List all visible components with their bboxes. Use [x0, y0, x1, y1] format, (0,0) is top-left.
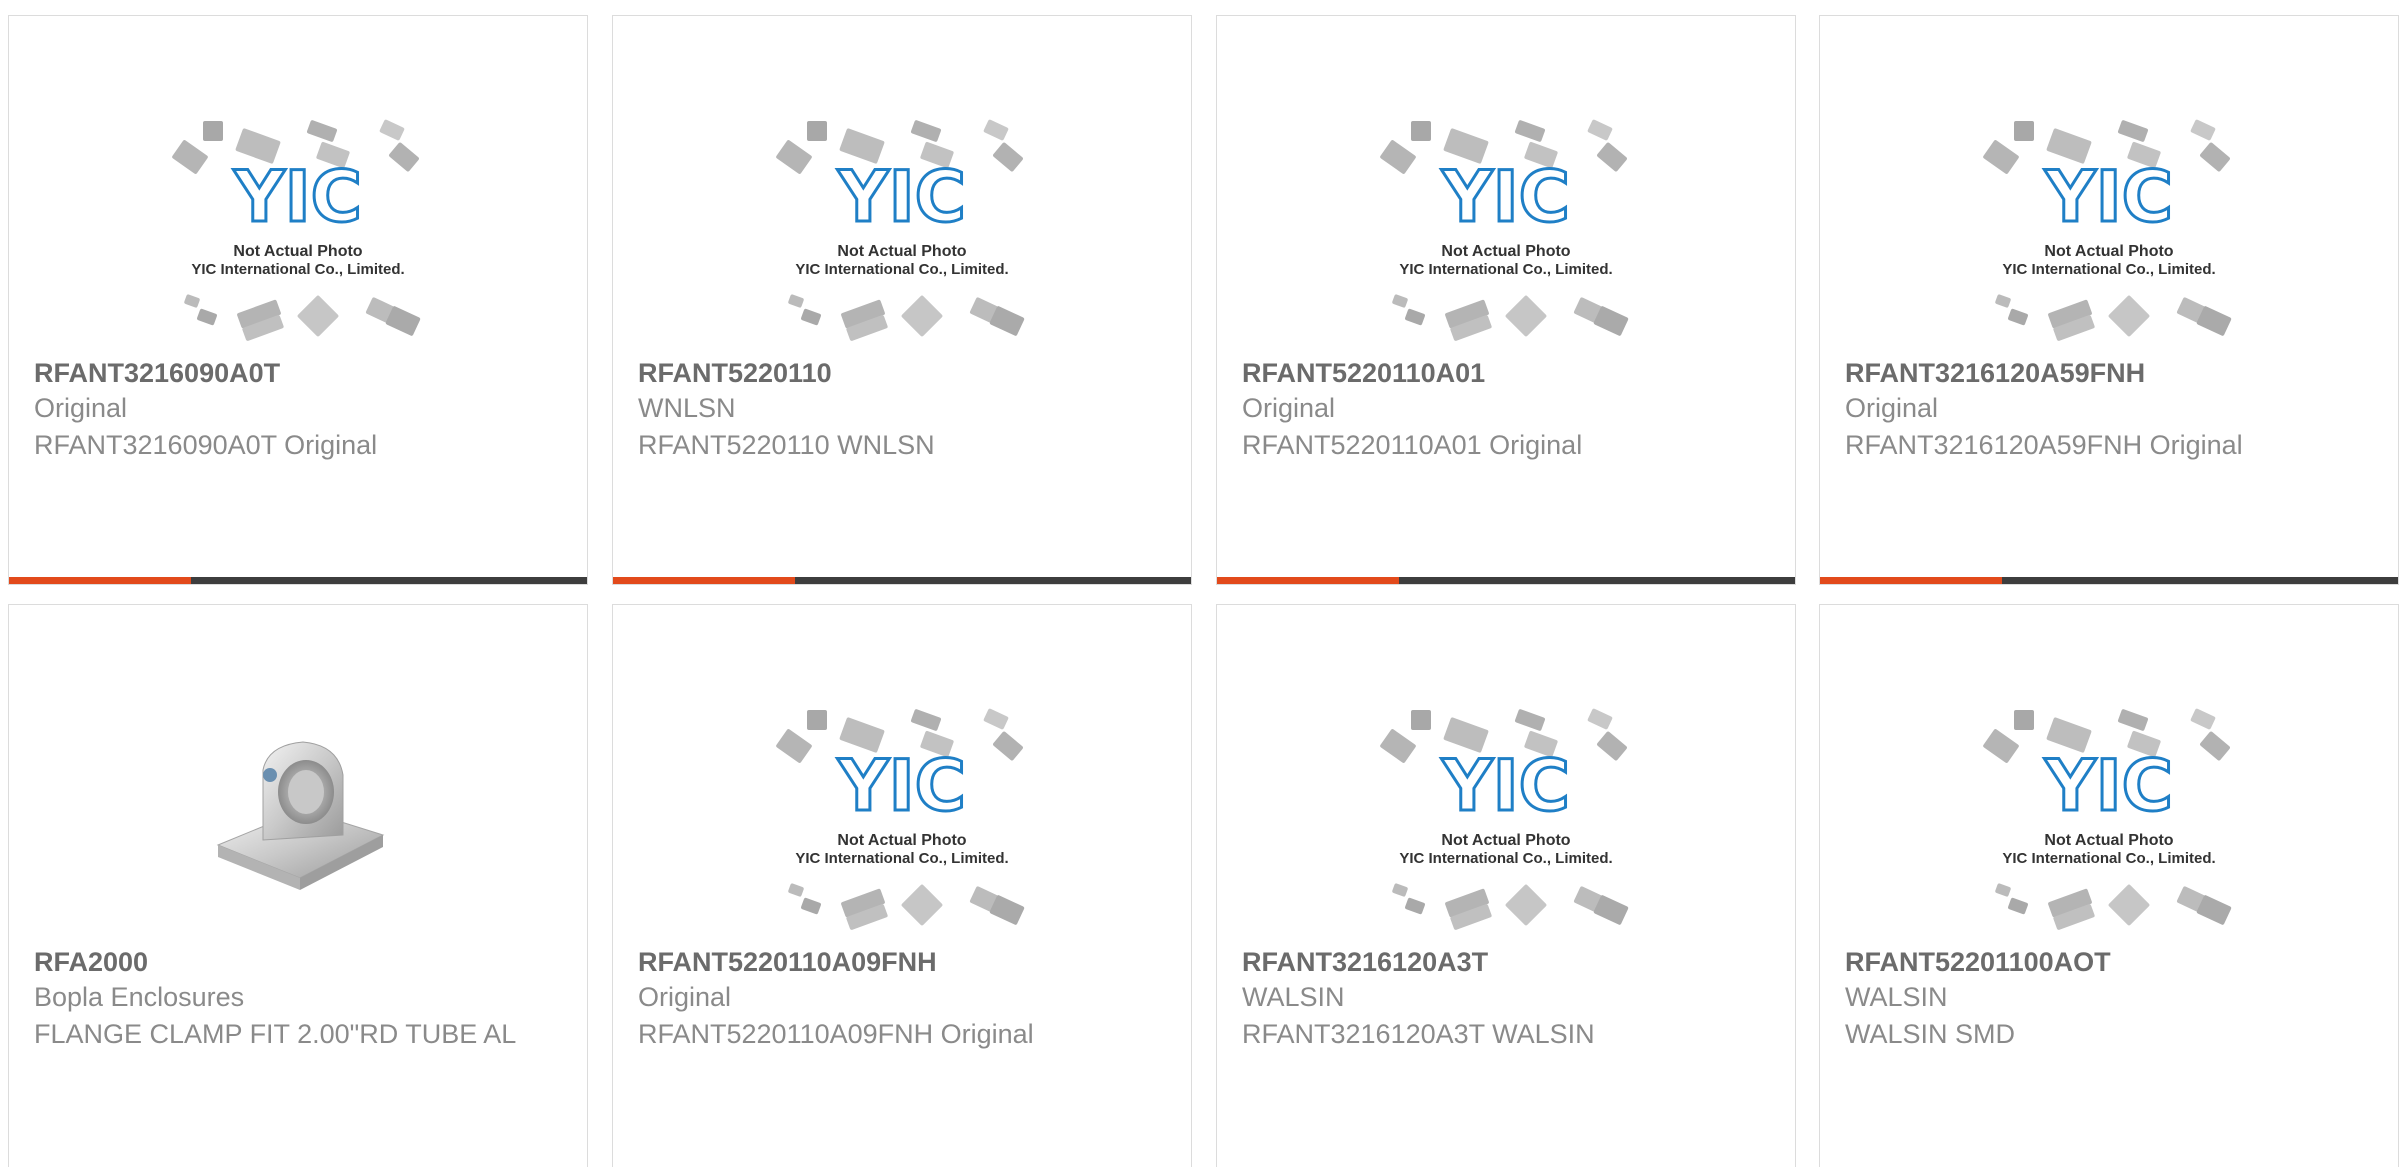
chip-icons-bottom — [1995, 883, 2232, 930]
svg-text:Not Actual Photo: Not Actual Photo — [1441, 832, 1570, 849]
svg-text:Not Actual Photo: Not Actual Photo — [837, 243, 966, 260]
manufacturer: Original — [34, 393, 128, 423]
svg-text:YIC International Co., Limited: YIC International Co., Limited. — [2002, 850, 2215, 867]
svg-text:YIC: YIC — [837, 156, 966, 238]
svg-text:Not Actual Photo: Not Actual Photo — [2044, 243, 2173, 260]
svg-text:Not Actual Photo: Not Actual Photo — [837, 832, 966, 849]
svg-text:YIC: YIC — [233, 156, 362, 238]
product-image-placeholder[interactable]: YIC Not Actual Photo YIC International C… — [1820, 91, 2398, 361]
product-card[interactable]: YIC Not Actual Photo YIC International C… — [1216, 604, 1796, 1167]
product-image-placeholder[interactable]: YIC Not Actual Photo YIC International C… — [613, 91, 1191, 361]
svg-text:Not Actual Photo: Not Actual Photo — [1441, 243, 1570, 260]
product-card[interactable]: YIC Not Actual Photo YIC International C… — [1819, 604, 2399, 1167]
flange-clamp-photo — [216, 741, 385, 890]
manufacturer: Original — [1845, 393, 1939, 423]
part-number[interactable]: RFANT52201100AOT — [1845, 945, 2378, 979]
description: RFANT5220110A09FNH Original — [638, 1019, 1034, 1049]
chip-icons-bottom — [1392, 883, 1629, 930]
manufacturer: Original — [1242, 393, 1336, 423]
description: FLANGE CLAMP FIT 2.00"RD TUBE AL — [34, 1019, 517, 1049]
svg-text:YIC: YIC — [1441, 156, 1570, 238]
product-card[interactable]: YIC Not Actual Photo YIC International C… — [8, 15, 588, 585]
part-number[interactable]: RFANT3216120A59FNH — [1845, 356, 2378, 390]
description: RFANT5220110 WNLSN — [638, 430, 935, 460]
manufacturer: Bopla Enclosures — [34, 982, 245, 1012]
manufacturer: WALSIN — [1845, 982, 1948, 1012]
card-bottom-bar — [1217, 577, 1795, 584]
product-card[interactable]: YIC Not Actual Photo YIC International C… — [612, 15, 1192, 585]
product-image-placeholder[interactable]: YIC Not Actual Photo YIC International C… — [1217, 680, 1795, 950]
product-card[interactable]: RFA2000 Bopla Enclosures FLANGE CLAMP FI… — [8, 604, 588, 1167]
svg-text:YIC: YIC — [1441, 745, 1570, 827]
part-number[interactable]: RFANT5220110 — [638, 356, 1171, 390]
svg-text:YIC: YIC — [2044, 156, 2173, 238]
product-image-placeholder[interactable]: YIC Not Actual Photo YIC International C… — [613, 680, 1191, 950]
svg-text:Not Actual Photo: Not Actual Photo — [233, 243, 362, 260]
svg-text:YIC: YIC — [2044, 745, 2173, 827]
chip-icons-bottom — [1392, 294, 1629, 341]
svg-text:YIC International Co., Limited: YIC International Co., Limited. — [2002, 261, 2215, 278]
card-bottom-bar — [9, 577, 587, 584]
product-card[interactable]: YIC Not Actual Photo YIC International C… — [612, 604, 1192, 1167]
part-number[interactable]: RFA2000 — [34, 945, 567, 979]
product-grid: YIC Not Actual Photo YIC International C… — [0, 0, 2400, 1167]
svg-text:Not Actual Photo: Not Actual Photo — [2044, 832, 2173, 849]
manufacturer: WALSIN — [1242, 982, 1345, 1012]
product-image-flange-clamp[interactable] — [9, 680, 587, 950]
manufacturer: WNLSN — [638, 393, 736, 423]
product-image-placeholder[interactable]: YIC Not Actual Photo YIC International C… — [9, 91, 587, 361]
chip-icons-bottom — [1995, 294, 2232, 341]
card-bottom-bar — [1820, 577, 2398, 584]
chip-icons-bottom — [184, 294, 421, 341]
manufacturer: Original — [638, 982, 732, 1012]
description: RFANT3216090A0T Original — [34, 430, 378, 460]
chip-icons-bottom — [788, 883, 1025, 930]
svg-text:YIC International Co., Limited: YIC International Co., Limited. — [795, 261, 1008, 278]
part-number[interactable]: RFANT3216120A3T — [1242, 945, 1775, 979]
product-card[interactable]: YIC Not Actual Photo YIC International C… — [1216, 15, 1796, 585]
part-number[interactable]: RFANT3216090A0T — [34, 356, 567, 390]
product-image-placeholder[interactable]: YIC Not Actual Photo YIC International C… — [1217, 91, 1795, 361]
svg-text:YIC International Co., Limited: YIC International Co., Limited. — [795, 850, 1008, 867]
description: RFANT3216120A59FNH Original — [1845, 430, 2243, 460]
chip-icons-bottom — [788, 294, 1025, 341]
description: RFANT3216120A3T WALSIN — [1242, 1019, 1595, 1049]
svg-text:YIC International Co., Limited: YIC International Co., Limited. — [191, 261, 404, 278]
svg-text:YIC International Co., Limited: YIC International Co., Limited. — [1399, 261, 1612, 278]
svg-text:YIC: YIC — [837, 745, 966, 827]
description: WALSIN SMD — [1845, 1019, 2016, 1049]
part-number[interactable]: RFANT5220110A01 — [1242, 356, 1775, 390]
description: RFANT5220110A01 Original — [1242, 430, 1583, 460]
part-number[interactable]: RFANT5220110A09FNH — [638, 945, 1171, 979]
card-bottom-bar — [613, 577, 1191, 584]
svg-text:YIC International Co., Limited: YIC International Co., Limited. — [1399, 850, 1612, 867]
product-card[interactable]: YIC Not Actual Photo YIC International C… — [1819, 15, 2399, 585]
product-image-placeholder[interactable]: YIC Not Actual Photo YIC International C… — [1820, 680, 2398, 950]
